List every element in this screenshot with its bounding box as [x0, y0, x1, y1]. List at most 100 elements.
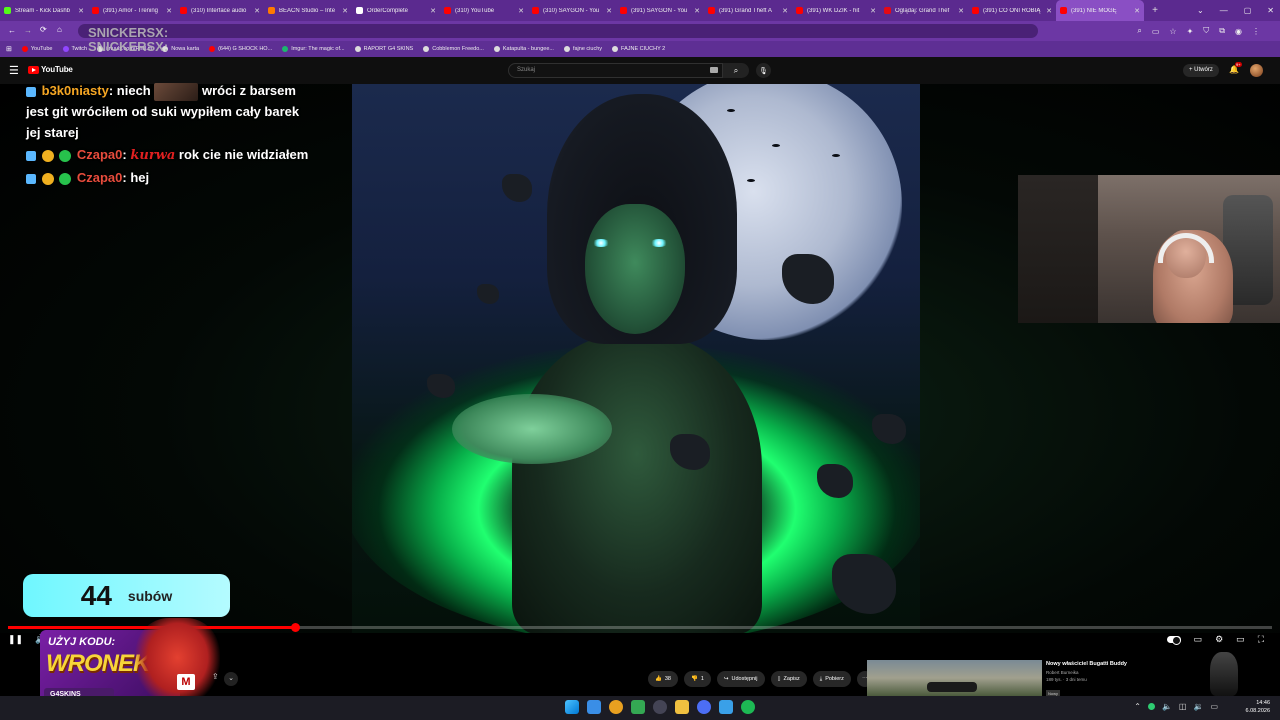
taskbar-app-icon[interactable] — [719, 700, 733, 714]
tab-close-icon[interactable]: ✕ — [1046, 7, 1052, 15]
close-window-button[interactable]: ✕ — [1267, 6, 1274, 15]
settings-gear-icon[interactable]: ⚙ — [1215, 634, 1223, 645]
extension-icon[interactable]: ✦ — [1187, 27, 1194, 36]
browser-tab[interactable]: (391) SAYGON - You ✕ — [616, 0, 704, 21]
browser-tab[interactable]: (391) NIE MOGĘ ✕ — [1056, 0, 1144, 21]
taskbar-app-icon[interactable] — [609, 700, 623, 714]
tab-close-icon[interactable]: ✕ — [518, 7, 524, 15]
apps-grid-icon[interactable]: ⊞ — [6, 45, 12, 53]
tab-close-icon[interactable]: ✕ — [254, 7, 260, 15]
tab-close-icon[interactable]: ✕ — [694, 7, 700, 15]
start-windows-icon[interactable] — [565, 700, 579, 714]
tray-app-icon[interactable] — [1147, 703, 1155, 710]
subtitles-icon[interactable]: ▭ — [1194, 634, 1203, 645]
cast-icon[interactable]: ▭ — [1152, 27, 1160, 36]
tab-label: (391) Grand Theft A — [719, 7, 772, 14]
profile-icon[interactable]: ◉ — [1235, 27, 1242, 36]
browser-tab[interactable]: (391) WK DZIK - hit ✕ — [792, 0, 880, 21]
shield-icon[interactable]: ⛉ — [1203, 26, 1209, 36]
search-button[interactable]: ⌕ — [723, 63, 749, 78]
thumbs-down-icon: 👎 — [690, 676, 698, 682]
tab-favicon-icon — [708, 7, 715, 14]
browser-tab[interactable]: OrderComplete ✕ — [352, 0, 440, 21]
recommended-video-thumbnail[interactable] — [867, 660, 1042, 696]
tab-close-icon[interactable]: ✕ — [870, 7, 876, 15]
download-button[interactable]: ⤓ Pobierz — [812, 671, 851, 687]
like-button[interactable]: 👍 38 — [648, 671, 678, 687]
account-avatar[interactable] — [1250, 64, 1263, 77]
progress-scrubber[interactable] — [290, 623, 300, 632]
dislike-button[interactable]: 👎 1 — [683, 671, 711, 687]
sword-badge-icon — [26, 173, 36, 184]
bookmark-item[interactable]: FAJNE CIUCHY 2 — [612, 46, 665, 52]
bookmark-item[interactable]: Imgur: The magic of... — [282, 46, 345, 52]
hamburger-menu-icon[interactable]: ☰ — [9, 64, 19, 77]
tray-volume-icon[interactable]: 🔈 — [1162, 702, 1172, 711]
bookmark-item[interactable]: RAPORT G4 SKINS — [354, 46, 413, 52]
voice-search-button[interactable]: 🎙 — [756, 63, 771, 78]
bookmark-item[interactable]: Katapulta - bungee... — [493, 46, 554, 52]
taskbar-app-icon[interactable] — [741, 700, 755, 714]
youtube-logo[interactable]: YouTube — [28, 65, 73, 74]
tab-search-icon[interactable]: ⌄ — [1197, 6, 1204, 15]
browser-tab[interactable]: (310) SAYGON - You ✕ — [528, 0, 616, 21]
taskbar-app-icon[interactable] — [587, 700, 601, 714]
window-controls: ⌄ — ▢ ✕ — [1197, 0, 1274, 21]
tab-favicon-icon — [4, 7, 11, 14]
browser-tab[interactable]: Stream - Kick Dashb ✕ — [0, 0, 88, 21]
save-button[interactable]: ▯ Zapisz — [770, 671, 807, 687]
chevron-down-icon[interactable]: ⌄ — [224, 672, 238, 686]
bookmark-item[interactable]: fajne ciuchy — [563, 46, 602, 52]
browser-tab[interactable]: (391) CO ONI ROBIĄ ✕ — [968, 0, 1056, 21]
browser-tab[interactable]: (391) Amor - Trening ✕ — [88, 0, 176, 21]
create-button[interactable]: + Utwórz — [1183, 64, 1219, 77]
browser-tab[interactable]: (391) Grand Theft A ✕ — [704, 0, 792, 21]
autoplay-toggle[interactable] — [1166, 636, 1181, 645]
theater-mode-icon[interactable]: ▭ — [1236, 634, 1245, 645]
tab-close-icon[interactable]: ✕ — [606, 7, 612, 15]
battery-icon[interactable]: ▭ — [1210, 702, 1218, 711]
taskbar-app-icon[interactable] — [631, 700, 645, 714]
recommended-title[interactable]: Nowy właściciel Bugatti Buddy — [1046, 661, 1156, 667]
taskbar-app-icon[interactable] — [653, 700, 667, 714]
network-icon[interactable]: ◫ — [1179, 702, 1187, 711]
tab-close-icon[interactable]: ✕ — [1134, 7, 1140, 15]
browser-tab[interactable]: Oglądaj: Grand Thef ✕ — [880, 0, 968, 21]
speaker-icon[interactable]: 🔉 — [1193, 702, 1203, 711]
address-bar[interactable] — [78, 24, 1038, 38]
keyboard-icon[interactable] — [710, 67, 718, 73]
share-small-icon[interactable]: ⇪ — [212, 672, 219, 681]
system-clock[interactable]: 14:46 6.08.2026 — [1246, 699, 1270, 715]
taskbar-app-icon[interactable] — [675, 700, 689, 714]
search-icon[interactable]: ⌕ — [1137, 26, 1141, 36]
fullscreen-icon[interactable]: ⛶ — [1258, 634, 1264, 645]
back-icon[interactable]: ← — [8, 26, 16, 35]
chat-overlay: b3k0niasty: niech wróci z barsem jest gi… — [26, 80, 316, 189]
tab-close-icon[interactable]: ✕ — [958, 7, 964, 15]
share-button[interactable]: ↪ Udostępnij — [716, 671, 765, 687]
new-tab-button[interactable]: + — [1148, 5, 1162, 16]
taskbar-app-icon[interactable] — [697, 700, 711, 714]
recommended-video-meta[interactable]: Nowy właściciel Bugatti Buddy Robert Bur… — [1046, 661, 1156, 700]
bat-shape — [747, 179, 755, 182]
video-frame-artwork — [352, 84, 920, 633]
browser-tab[interactable]: (310) Interface audio ✕ — [176, 0, 264, 21]
minimize-button[interactable]: — — [1220, 6, 1228, 15]
maximize-button[interactable]: ▢ — [1244, 6, 1252, 15]
browser-tab[interactable]: BEACN Studio – Inte ✕ — [264, 0, 352, 21]
recommended-channel[interactable]: Robert Burneika — [1046, 670, 1156, 675]
tab-close-icon[interactable]: ✕ — [342, 7, 348, 15]
tab-close-icon[interactable]: ✕ — [166, 7, 172, 15]
bookmark-item[interactable]: Cobblemon Freedo... — [423, 46, 484, 52]
pause-icon[interactable]: ❚❚ — [8, 634, 23, 645]
tray-chevron-icon[interactable]: ⌃ — [1134, 702, 1141, 711]
puzzle-icon[interactable]: ⧉ — [1219, 26, 1225, 36]
search-input[interactable]: Szukaj — [508, 63, 723, 78]
tab-close-icon[interactable]: ✕ — [78, 7, 84, 15]
bookmark-star-icon[interactable]: ☆ — [1169, 27, 1176, 36]
tab-close-icon[interactable]: ✕ — [430, 7, 436, 15]
browser-tab[interactable]: (310) YouTube ✕ — [440, 0, 528, 21]
tab-close-icon[interactable]: ✕ — [782, 7, 788, 15]
kebab-menu-icon[interactable]: ⋮ — [1252, 27, 1260, 36]
bookmark-item[interactable]: (644) G SHOCK HO... — [209, 46, 272, 52]
